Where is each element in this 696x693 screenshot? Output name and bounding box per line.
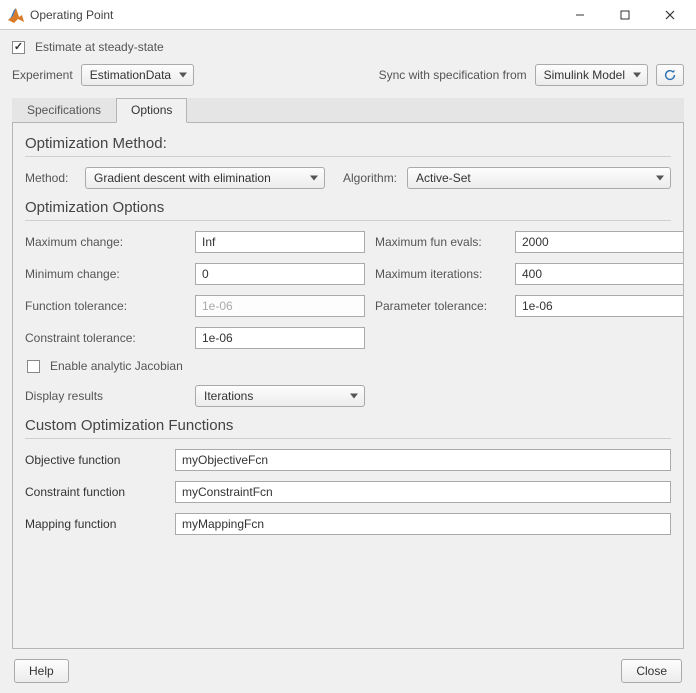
- tabs: Specifications Options: [12, 98, 684, 123]
- method-label: Method:: [25, 171, 75, 185]
- display-results-label: Display results: [25, 389, 185, 403]
- tab-options[interactable]: Options: [116, 98, 187, 123]
- estimate-steady-state-checkbox[interactable]: [12, 41, 25, 54]
- options-panel: Optimization Method: Method: Gradient de…: [12, 123, 684, 649]
- algorithm-select[interactable]: Active-Set: [407, 167, 671, 189]
- chevron-down-icon: [179, 73, 187, 78]
- max-change-label: Maximum change:: [25, 235, 185, 249]
- objective-fn-input[interactable]: [175, 449, 671, 471]
- con-tol-input[interactable]: [195, 327, 365, 349]
- chevron-down-icon: [350, 394, 358, 399]
- estimate-steady-state-row: Estimate at steady-state: [12, 40, 684, 54]
- help-button[interactable]: Help: [14, 659, 69, 683]
- experiment-select[interactable]: EstimationData: [81, 64, 194, 86]
- experiment-label: Experiment: [12, 68, 73, 82]
- max-change-input[interactable]: [195, 231, 365, 253]
- max-fun-evals-label: Maximum fun evals:: [375, 235, 505, 249]
- tab-specifications[interactable]: Specifications: [12, 98, 116, 123]
- param-tol-input[interactable]: [515, 295, 684, 317]
- max-fun-evals-input[interactable]: [515, 231, 684, 253]
- window-title: Operating Point: [30, 8, 557, 22]
- algorithm-select-value: Active-Set: [416, 171, 471, 185]
- matlab-logo-icon: [8, 7, 24, 23]
- func-tol-input: [195, 295, 365, 317]
- experiment-select-value: EstimationData: [90, 68, 171, 82]
- section-custom-functions: Custom Optimization Functions: [25, 417, 671, 434]
- refresh-button[interactable]: [656, 64, 684, 86]
- close-window-button[interactable]: [647, 1, 692, 29]
- section-optimization-options: Optimization Options: [25, 199, 671, 216]
- con-tol-label: Constraint tolerance:: [25, 331, 185, 345]
- chevron-down-icon: [310, 176, 318, 181]
- minimize-button[interactable]: [557, 1, 602, 29]
- sync-source-select[interactable]: Simulink Model: [535, 64, 648, 86]
- sync-label: Sync with specification from: [379, 68, 527, 82]
- max-iter-label: Maximum iterations:: [375, 267, 505, 281]
- maximize-button[interactable]: [602, 1, 647, 29]
- constraint-fn-label: Constraint function: [25, 485, 165, 499]
- display-results-value: Iterations: [204, 389, 253, 403]
- min-change-label: Minimum change:: [25, 267, 185, 281]
- jacobian-checkbox[interactable]: [27, 360, 40, 373]
- display-results-select[interactable]: Iterations: [195, 385, 365, 407]
- param-tol-label: Parameter tolerance:: [375, 299, 505, 313]
- method-select-value: Gradient descent with elimination: [94, 171, 271, 185]
- divider: [25, 220, 671, 221]
- divider: [25, 156, 671, 157]
- chevron-down-icon: [633, 73, 641, 78]
- max-iter-input[interactable]: [515, 263, 684, 285]
- section-optimization-method: Optimization Method:: [25, 135, 671, 152]
- func-tol-label: Function tolerance:: [25, 299, 185, 313]
- estimate-steady-state-label: Estimate at steady-state: [35, 40, 164, 54]
- objective-fn-label: Objective function: [25, 453, 165, 467]
- chevron-down-icon: [656, 176, 664, 181]
- mapping-fn-input[interactable]: [175, 513, 671, 535]
- constraint-fn-input[interactable]: [175, 481, 671, 503]
- algorithm-label: Algorithm:: [343, 171, 397, 185]
- titlebar: Operating Point: [0, 0, 696, 30]
- close-button[interactable]: Close: [621, 659, 682, 683]
- refresh-icon: [663, 68, 677, 82]
- min-change-input[interactable]: [195, 263, 365, 285]
- jacobian-label: Enable analytic Jacobian: [50, 359, 183, 373]
- divider: [25, 438, 671, 439]
- method-select[interactable]: Gradient descent with elimination: [85, 167, 325, 189]
- mapping-fn-label: Mapping function: [25, 517, 165, 531]
- sync-source-value: Simulink Model: [544, 68, 625, 82]
